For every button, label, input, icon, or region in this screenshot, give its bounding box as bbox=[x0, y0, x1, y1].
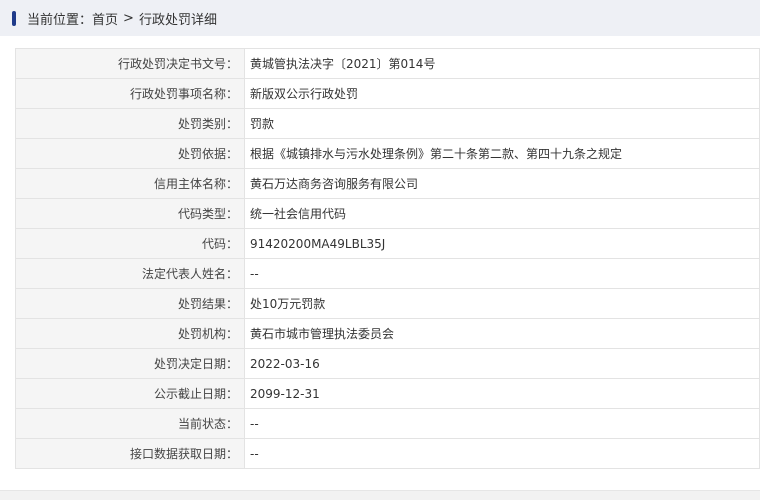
table-row: 代码类型： 统一社会信用代码 bbox=[15, 198, 760, 229]
row-value: 黄石万达商务咨询服务有限公司 bbox=[244, 168, 760, 199]
row-label: 行政处罚决定书文号： bbox=[15, 48, 245, 79]
row-value: 2022-03-16 bbox=[244, 348, 760, 379]
row-value: -- bbox=[244, 438, 760, 469]
table-row: 代码： 91420200MA49LBL35J bbox=[15, 228, 760, 259]
table-row: 处罚依据： 根据《城镇排水与污水处理条例》第二十条第二款、第四十九条之规定 bbox=[15, 138, 760, 169]
row-label: 公示截止日期： bbox=[15, 378, 245, 409]
row-label: 行政处罚事项名称： bbox=[15, 78, 245, 109]
row-value: 黄城管执法决字〔2021〕第014号 bbox=[244, 48, 760, 79]
breadcrumb: 当前位置： 首页 > 行政处罚详细 bbox=[0, 0, 760, 36]
row-value: 统一社会信用代码 bbox=[244, 198, 760, 229]
breadcrumb-home-link[interactable]: 首页 bbox=[92, 9, 118, 28]
table-row: 处罚机构： 黄石市城市管理执法委员会 bbox=[15, 318, 760, 349]
row-value: 2099-12-31 bbox=[244, 378, 760, 409]
row-label: 代码类型： bbox=[15, 198, 245, 229]
table-row: 行政处罚决定书文号： 黄城管执法决字〔2021〕第014号 bbox=[15, 48, 760, 79]
table-row: 公示截止日期： 2099-12-31 bbox=[15, 378, 760, 409]
breadcrumb-separator: > bbox=[123, 10, 134, 26]
table-row: 处罚结果： 处10万元罚款 bbox=[15, 288, 760, 319]
breadcrumb-prefix: 当前位置： bbox=[27, 12, 93, 28]
penalty-detail-table: 行政处罚决定书文号： 黄城管执法决字〔2021〕第014号 行政处罚事项名称： … bbox=[15, 48, 760, 469]
row-label: 信用主体名称： bbox=[15, 168, 245, 199]
row-value: -- bbox=[244, 408, 760, 439]
row-label: 接口数据获取日期： bbox=[15, 438, 245, 469]
row-label: 处罚类别： bbox=[15, 108, 245, 139]
row-label: 法定代表人姓名： bbox=[15, 258, 245, 289]
row-value: 91420200MA49LBL35J bbox=[244, 228, 760, 259]
table-row: 信用主体名称： 黄石万达商务咨询服务有限公司 bbox=[15, 168, 760, 199]
row-value: 黄石市城市管理执法委员会 bbox=[244, 318, 760, 349]
table-row: 接口数据获取日期： -- bbox=[15, 438, 760, 469]
row-value: 处10万元罚款 bbox=[244, 288, 760, 319]
row-label: 处罚结果： bbox=[15, 288, 245, 319]
table-row: 处罚决定日期： 2022-03-16 bbox=[15, 348, 760, 379]
table-row: 当前状态： -- bbox=[15, 408, 760, 439]
breadcrumb-current: 行政处罚详细 bbox=[138, 12, 217, 28]
row-value: 新版双公示行政处罚 bbox=[244, 78, 760, 109]
table-row: 行政处罚事项名称： 新版双公示行政处罚 bbox=[15, 78, 760, 109]
breadcrumb-marker-icon bbox=[12, 10, 16, 26]
row-value: -- bbox=[244, 258, 760, 289]
row-label: 当前状态： bbox=[15, 408, 245, 439]
row-label: 处罚机构： bbox=[15, 318, 245, 349]
row-label: 代码： bbox=[15, 228, 245, 259]
row-label: 处罚决定日期： bbox=[15, 348, 245, 379]
table-row: 法定代表人姓名： -- bbox=[15, 258, 760, 289]
table-row: 处罚类别： 罚款 bbox=[15, 108, 760, 139]
row-value: 罚款 bbox=[244, 108, 760, 139]
row-label: 处罚依据： bbox=[15, 138, 245, 169]
row-value: 根据《城镇排水与污水处理条例》第二十条第二款、第四十九条之规定 bbox=[244, 138, 760, 169]
